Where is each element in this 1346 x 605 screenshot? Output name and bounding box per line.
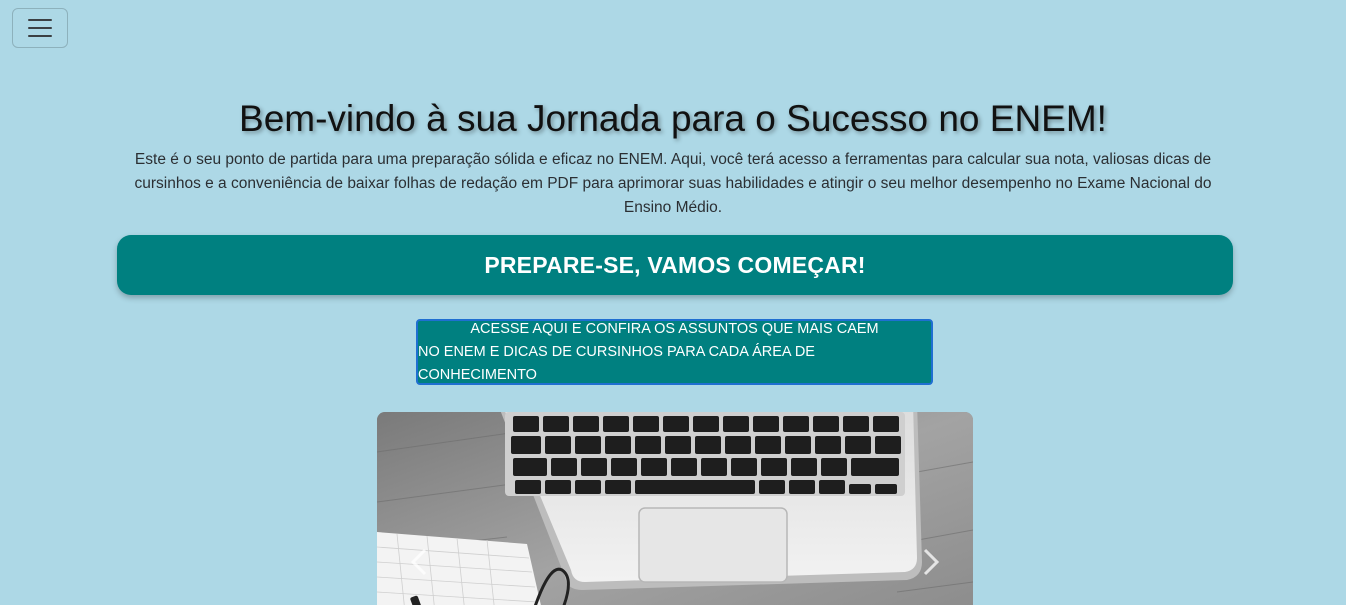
carousel-laptop-image [377, 412, 973, 605]
chevron-right-icon[interactable] [911, 542, 951, 582]
menu-toggle-button[interactable] [12, 8, 68, 48]
page-title: Bem-vindo à sua Jornada para o Sucesso n… [239, 98, 1107, 139]
page: Bem-vindo à sua Jornada para o Sucesso n… [0, 0, 1346, 605]
access-button-line-2: NO ENEM E DICAS DE CURSINHOS PARA CADA Á… [418, 343, 815, 383]
chevron-left-icon[interactable] [399, 542, 439, 582]
access-button-line-1: ACESSE AQUI E CONFIRA OS ASSUNTOS QUE MA… [470, 320, 879, 337]
prepare-banner: PREPARE-SE, VAMOS COMEÇAR! [117, 235, 1233, 295]
image-carousel[interactable] [377, 412, 973, 605]
access-subjects-button[interactable]: ACESSE AQUI E CONFIRA OS ASSUNTOS QUE MA… [416, 319, 933, 385]
intro-text: Este é o seu ponto de partida para uma p… [134, 151, 1212, 216]
hamburger-menu-icon [28, 19, 52, 37]
